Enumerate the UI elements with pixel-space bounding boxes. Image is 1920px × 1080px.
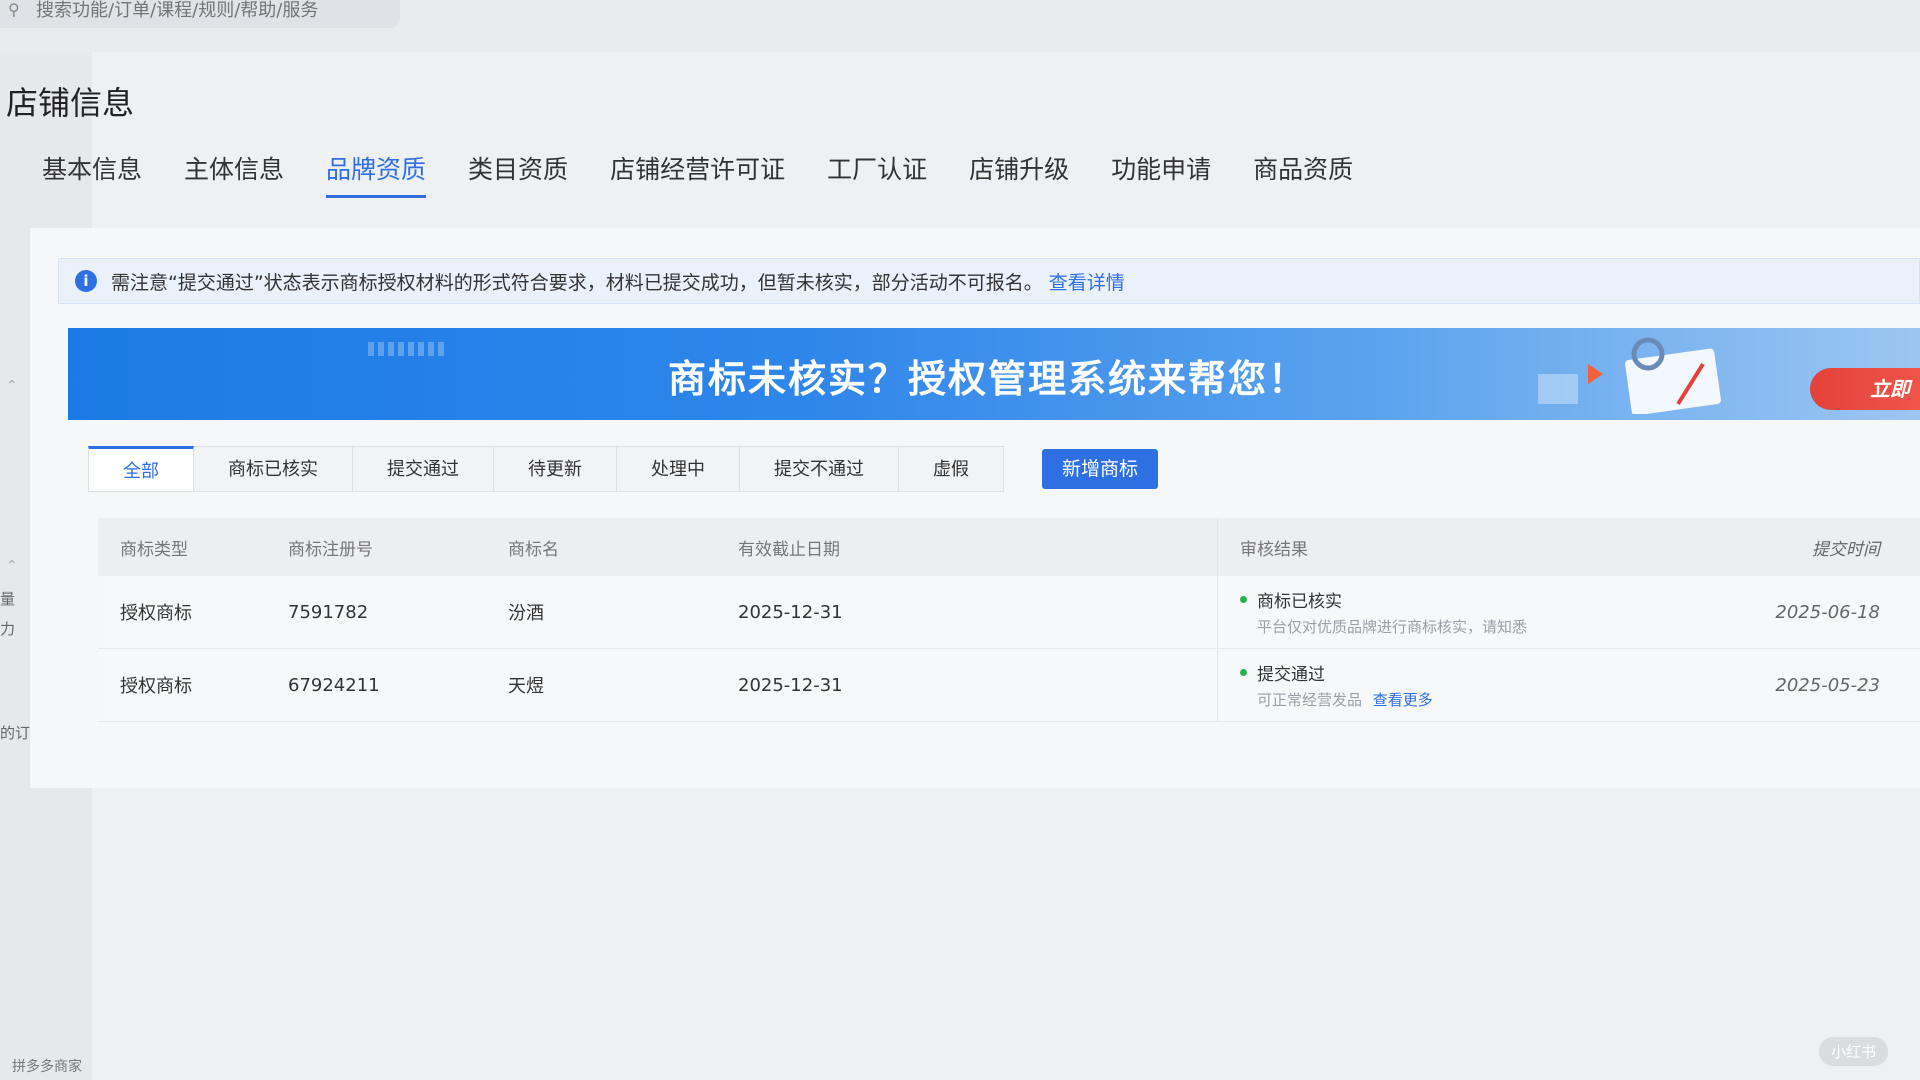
tab-factory-certification[interactable]: 工厂认证 (827, 150, 927, 198)
trademark-type: 授权商标 (120, 603, 192, 624)
tab-store-upgrade[interactable]: 店铺升级 (969, 150, 1069, 198)
chevron-up-icon[interactable]: ⌃ (6, 378, 18, 394)
tab-product-qualification[interactable]: 商品资质 (1253, 150, 1353, 198)
notice-details-link[interactable]: 查看详情 (1049, 268, 1125, 295)
column-header: 有效截止日期 (718, 518, 1218, 576)
add-trademark-button[interactable]: 新增商标 (1042, 449, 1159, 489)
promo-banner[interactable]: 商标未核实？授权管理系统来帮您！ 立即 (68, 328, 1920, 420)
status-description-text: 可正常经营发品 (1257, 691, 1363, 709)
status-badge: 提交通过 (1257, 665, 1325, 685)
tab-brand-qualification[interactable]: 品牌资质 (326, 150, 427, 198)
column-header: 商标注册号 (288, 539, 373, 560)
tab-feature-application[interactable]: 功能申请 (1111, 150, 1211, 198)
filter-all[interactable]: 全部 (88, 446, 194, 492)
trademark-name: 汾酒 (508, 603, 544, 624)
status-badge: 商标已核实 (1257, 592, 1342, 612)
top-bar: ⚲ (0, 0, 1920, 52)
watermark: 小红书 (1818, 1037, 1888, 1066)
chevron-up-icon[interactable]: ⌃ (6, 558, 18, 574)
search-icon: ⚲ (8, 0, 20, 19)
expiry-date: 2025-12-31 (718, 649, 1218, 721)
filter-rejected[interactable]: 提交不通过 (740, 446, 899, 492)
status-filter-row: 全部 商标已核实 提交通过 待更新 处理中 提交不通过 虚假 新增商标 (88, 446, 1159, 492)
registration-number: 67924211 (288, 674, 380, 696)
review-result: 提交通过 可正常经营发品 查看更多 (1218, 660, 1738, 710)
trademark-type: 授权商标 (120, 676, 192, 697)
tab-business-license[interactable]: 店铺经营许可证 (610, 150, 785, 198)
table-row[interactable]: 授权商标 7591782 汾酒 2025-12-31 商标已核实 平台仅对优质品… (98, 576, 1920, 649)
table-header: 商标类型 商标注册号 商标名 有效截止日期 审核结果 提交时间 (98, 518, 1920, 576)
notice-text: 需注意“提交通过”状态表示商标授权材料的形式符合要求，材料已提交成功，但暂未核实… (111, 271, 1043, 294)
submitted-time: 2025-05-23 (1775, 674, 1880, 696)
global-search[interactable]: ⚲ (0, 0, 400, 28)
status-dot-icon (1240, 669, 1247, 676)
tab-basic-info[interactable]: 基本信息 (42, 150, 142, 198)
column-header: 审核结果 (1240, 539, 1308, 560)
main-tabs: 基本信息 主体信息 品牌资质 类目资质 店铺经营许可证 工厂认证 店铺升级 功能… (42, 150, 1395, 198)
column-header: 提交时间 (1812, 539, 1880, 560)
filter-verified[interactable]: 商标已核实 (194, 446, 353, 492)
banner-illustration-icon (1538, 337, 1721, 414)
status-description: 可正常经营发品 查看更多 (1257, 689, 1738, 710)
registration-number: 7591782 (288, 601, 369, 623)
view-more-link[interactable]: 查看更多 (1373, 691, 1433, 709)
column-header: 商标类型 (120, 539, 188, 560)
table-row[interactable]: 授权商标 67924211 天煜 2025-12-31 提交通过 可正常经营发品… (98, 649, 1920, 722)
page-title: 店铺信息 (6, 84, 135, 122)
banner-cta-button[interactable]: 立即 (1810, 368, 1920, 410)
sidebar-item[interactable]: 量 (0, 588, 15, 609)
info-icon: i (75, 270, 97, 292)
status-dot-icon (1240, 596, 1247, 603)
trademark-table: 商标类型 商标注册号 商标名 有效截止日期 审核结果 提交时间 授权商标 759… (98, 518, 1920, 722)
filter-submitted-passed[interactable]: 提交通过 (353, 446, 494, 492)
filter-pending-update[interactable]: 待更新 (494, 446, 617, 492)
review-result: 商标已核实 平台仅对优质品牌进行商标核实，请知悉 (1218, 587, 1738, 637)
notice-bar: i 需注意“提交通过”状态表示商标授权材料的形式符合要求，材料已提交成功，但暂未… (58, 258, 1920, 304)
tab-entity-info[interactable]: 主体信息 (184, 150, 284, 198)
footer-brand: 拼多多商家 (12, 1059, 82, 1075)
search-input[interactable] (34, 0, 378, 22)
trademark-name: 天煜 (508, 676, 544, 697)
column-header: 商标名 (508, 539, 559, 560)
submitted-time: 2025-06-18 (1775, 601, 1880, 623)
status-description: 平台仅对优质品牌进行商标核实，请知悉 (1257, 616, 1738, 637)
banner-headline: 商标未核实？授权管理系统来帮您！ (668, 357, 1309, 401)
filter-processing[interactable]: 处理中 (617, 446, 740, 492)
filter-fake[interactable]: 虚假 (899, 446, 1004, 492)
tab-category-qualification[interactable]: 类目资质 (468, 150, 568, 198)
expiry-date: 2025-12-31 (718, 576, 1218, 648)
banner-decoration (368, 342, 448, 356)
sidebar-item[interactable]: 力 (0, 618, 15, 639)
status-description-text: 平台仅对优质品牌进行商标核实，请知悉 (1257, 618, 1528, 636)
